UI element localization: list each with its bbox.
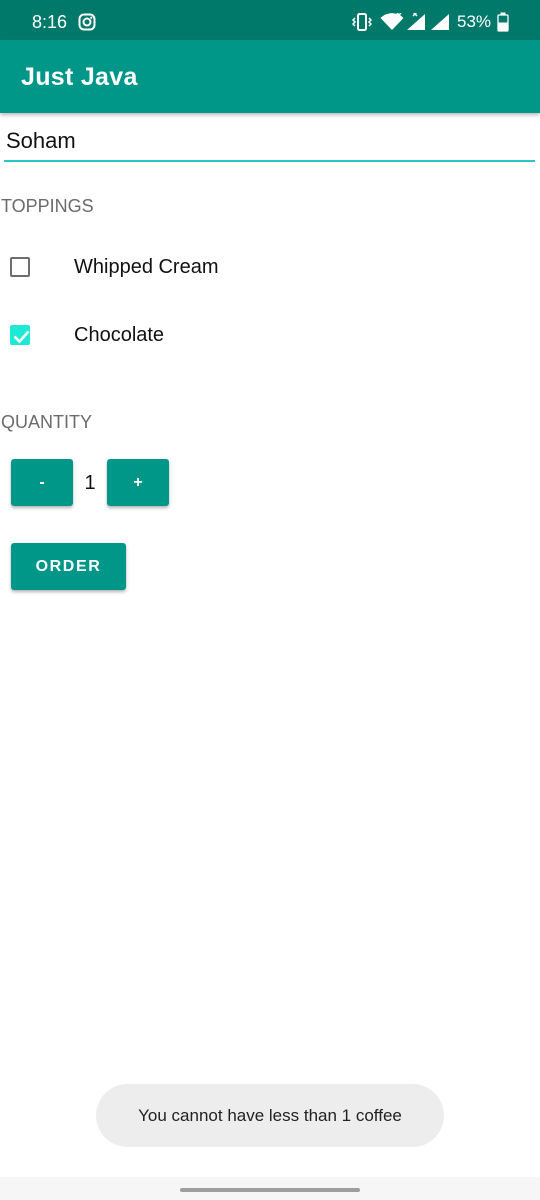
- toast-message: You cannot have less than 1 coffee: [96, 1084, 444, 1147]
- instagram-icon: [78, 13, 96, 36]
- vibrate-icon: [351, 12, 373, 37]
- status-bar: 8:16 53%: [0, 0, 540, 40]
- battery-icon: [497, 12, 509, 37]
- wifi-icon: [380, 12, 404, 36]
- toppings-header: TOPPINGS: [1, 196, 94, 216]
- app-title: Just Java: [21, 63, 138, 91]
- increment-button[interactable]: +: [107, 459, 169, 506]
- chocolate-checkbox-row[interactable]: Chocolate: [0, 313, 300, 361]
- whipped-cream-label: Whipped Cream: [74, 256, 219, 278]
- app-bar: Just Java: [0, 40, 540, 113]
- order-button[interactable]: ORDER: [11, 543, 126, 590]
- home-gesture-handle[interactable]: [180, 1188, 360, 1192]
- navigation-bar: [0, 1177, 540, 1200]
- name-input[interactable]: [4, 126, 535, 162]
- whipped-cream-checkbox[interactable]: [10, 257, 30, 277]
- signal-icon: [430, 13, 450, 36]
- signal-icon: [406, 11, 426, 36]
- decrement-button[interactable]: -: [11, 459, 73, 506]
- checkmark-icon: [13, 330, 30, 344]
- whipped-cream-checkbox-row[interactable]: Whipped Cream: [0, 245, 300, 293]
- quantity-value: 1: [84, 472, 96, 494]
- chocolate-label: Chocolate: [74, 324, 165, 346]
- status-time: 8:16: [32, 12, 68, 32]
- chocolate-checkbox[interactable]: [10, 325, 30, 345]
- battery-percentage: 53%: [457, 12, 492, 31]
- quantity-header: QUANTITY: [1, 412, 93, 432]
